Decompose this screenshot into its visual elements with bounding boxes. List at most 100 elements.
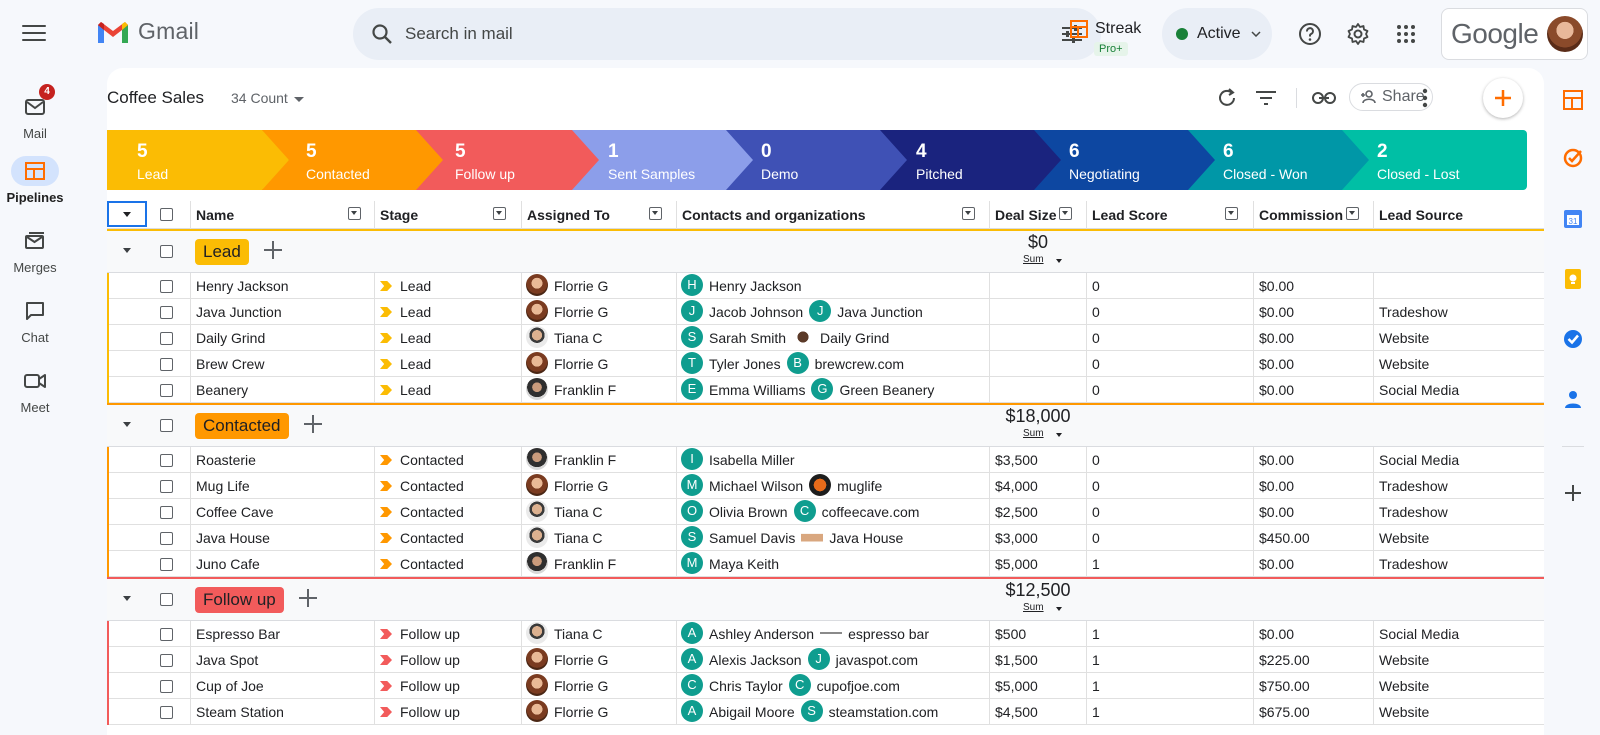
table-row[interactable]: Cup of Joe Follow up Florrie G C Chris Taylo…	[107, 673, 1544, 699]
caret-down-icon[interactable]	[1056, 259, 1062, 263]
account-switcher[interactable]: Google	[1441, 8, 1588, 60]
cell-commission[interactable]: $675.00	[1253, 699, 1373, 724]
cell-lead-source[interactable]	[1373, 273, 1544, 298]
cell-stage[interactable]: Follow up	[374, 621, 521, 646]
group-row[interactable]: Contacted $18,000 Sum	[107, 403, 1544, 447]
gmail-logo[interactable]: Gmail	[96, 18, 199, 45]
cell-assigned-to[interactable]: Franklin F	[521, 551, 676, 576]
cell-lead-score[interactable]: 0	[1086, 325, 1253, 350]
tasks-icon[interactable]	[1562, 328, 1584, 350]
search-icon[interactable]	[371, 23, 393, 45]
cell-commission[interactable]: $0.00	[1253, 621, 1373, 646]
cell-assigned-to[interactable]: Tiana C	[521, 325, 676, 350]
cell-contacts[interactable]: J Jacob Johnson J Java Junction	[676, 299, 989, 324]
cell-stage[interactable]: Contacted	[374, 447, 521, 472]
cell-stage[interactable]: Lead	[374, 273, 521, 298]
group-checkbox[interactable]	[160, 245, 173, 258]
rail-item-meet[interactable]: Meet	[0, 366, 70, 415]
cell-commission[interactable]: $0.00	[1253, 351, 1373, 376]
row-checkbox[interactable]	[160, 306, 173, 319]
cell-commission[interactable]: $0.00	[1253, 377, 1373, 402]
table-row[interactable]: Daily Grind Lead Tiana C S Sarah Smith Daily …	[107, 325, 1544, 351]
cell-stage[interactable]: Lead	[374, 351, 521, 376]
cell-contacts[interactable]: O Olivia Brown Ccoffeecave.com	[676, 499, 989, 524]
caret-down-icon[interactable]	[1056, 433, 1062, 437]
cell-deal-size[interactable]: $3,500	[989, 447, 1086, 472]
table-row[interactable]: Coffee Cave Contacted Tiana C O Olivia Brown…	[107, 499, 1544, 525]
table-row[interactable]: Espresso Bar Follow up Tiana C A Ashley Ande…	[107, 621, 1544, 647]
cell-name[interactable]: Brew Crew	[190, 351, 374, 376]
table-row[interactable]: Mug Life Contacted Florrie G M Michael Wilso…	[107, 473, 1544, 499]
more-vert-icon[interactable]	[1413, 86, 1437, 110]
cell-lead-score[interactable]: 0	[1086, 351, 1253, 376]
cell-lead-score[interactable]: 1	[1086, 699, 1253, 724]
caret-down-icon[interactable]	[1056, 607, 1062, 611]
cell-name[interactable]: Steam Station	[190, 699, 374, 724]
cell-assigned-to[interactable]: Florrie G	[521, 473, 676, 498]
cell-lead-score[interactable]: 1	[1086, 647, 1253, 672]
cell-contacts[interactable]: A Alexis Jackson Jjavaspot.com	[676, 647, 989, 672]
cell-lead-source[interactable]: Website	[1373, 673, 1544, 698]
cell-deal-size[interactable]: $5,000	[989, 551, 1086, 576]
cell-lead-source[interactable]: Tradeshow	[1373, 499, 1544, 524]
cell-lead-source[interactable]: Social Media	[1373, 447, 1544, 472]
link-icon[interactable]	[1312, 86, 1336, 110]
cell-assigned-to[interactable]: Tiana C	[521, 499, 676, 524]
cell-lead-score[interactable]: 0	[1086, 525, 1253, 550]
column-header-stage[interactable]: Stage	[374, 201, 521, 229]
cell-lead-source[interactable]: Website	[1373, 325, 1544, 350]
cell-lead-score[interactable]: 1	[1086, 551, 1253, 576]
cell-lead-source[interactable]: Tradeshow	[1373, 551, 1544, 576]
cell-contacts[interactable]: M Michael Wilson muglife	[676, 473, 989, 498]
cell-assigned-to[interactable]: Franklin F	[521, 377, 676, 402]
column-header-contacts[interactable]: Contacts and organizations	[676, 201, 989, 229]
row-checkbox[interactable]	[160, 654, 173, 667]
rail-item-merges[interactable]: Merges	[0, 226, 70, 275]
cell-assigned-to[interactable]: Florrie G	[521, 299, 676, 324]
cell-deal-size[interactable]: $4,500	[989, 699, 1086, 724]
main-menu-icon[interactable]	[20, 22, 48, 44]
cell-stage[interactable]: Lead	[374, 325, 521, 350]
cell-assigned-to[interactable]: Florrie G	[521, 351, 676, 376]
cell-stage[interactable]: Lead	[374, 299, 521, 324]
collapse-caret-icon[interactable]	[123, 248, 131, 253]
cell-commission[interactable]: $0.00	[1253, 325, 1373, 350]
table-row[interactable]: Java Junction Lead Florrie G J Jacob Johnson…	[107, 299, 1544, 325]
cell-lead-source[interactable]: Website	[1373, 647, 1544, 672]
cell-deal-size[interactable]	[989, 325, 1086, 350]
add-box-plus-icon[interactable]	[264, 241, 282, 259]
cell-name[interactable]: Java Junction	[190, 299, 374, 324]
add-addon-plus-icon[interactable]	[1562, 482, 1584, 504]
cell-deal-size[interactable]	[989, 377, 1086, 402]
cell-lead-score[interactable]: 0	[1086, 299, 1253, 324]
sum-aggregate-label[interactable]: Sum	[1023, 428, 1044, 439]
cell-assigned-to[interactable]: Franklin F	[521, 447, 676, 472]
row-checkbox[interactable]	[160, 280, 173, 293]
cell-name[interactable]: Java Spot	[190, 647, 374, 672]
cell-commission[interactable]: $750.00	[1253, 673, 1373, 698]
streak-button[interactable]: Streak Pro+	[1070, 20, 1141, 56]
group-checkbox[interactable]	[160, 419, 173, 432]
cell-name[interactable]: Java House	[190, 525, 374, 550]
cell-lead-score[interactable]: 0	[1086, 447, 1253, 472]
search-input[interactable]	[405, 24, 1061, 44]
column-filter-icon[interactable]	[1225, 207, 1238, 220]
rail-item-mail[interactable]: 4 Mail	[0, 84, 70, 141]
table-row[interactable]: Steam Station Follow up Florrie G A Abigail …	[107, 699, 1544, 725]
cell-name[interactable]: Espresso Bar	[190, 621, 374, 646]
table-row[interactable]: Brew Crew Lead Florrie G T Tyler Jones Bbrewc…	[107, 351, 1544, 377]
cell-contacts[interactable]: A Ashley Anderson espresso bar	[676, 621, 989, 646]
table-row[interactable]: Beanery Lead Franklin F E Emma Williams G Gree…	[107, 377, 1544, 403]
sum-aggregate-label[interactable]: Sum	[1023, 602, 1044, 613]
apps-grid-icon[interactable]	[1392, 20, 1420, 48]
table-row[interactable]: Java Spot Follow up Florrie G A Alexis Jacks…	[107, 647, 1544, 673]
cell-deal-size[interactable]: $3,000	[989, 525, 1086, 550]
cell-lead-score[interactable]: 1	[1086, 621, 1253, 646]
cell-contacts[interactable]: E Emma Williams G Green Beanery	[676, 377, 989, 402]
row-checkbox[interactable]	[160, 454, 173, 467]
row-checkbox[interactable]	[160, 332, 173, 345]
cell-stage[interactable]: Follow up	[374, 647, 521, 672]
cell-name[interactable]: Coffee Cave	[190, 499, 374, 524]
cell-deal-size[interactable]: $500	[989, 621, 1086, 646]
streak-panel-icon[interactable]	[1562, 89, 1584, 111]
